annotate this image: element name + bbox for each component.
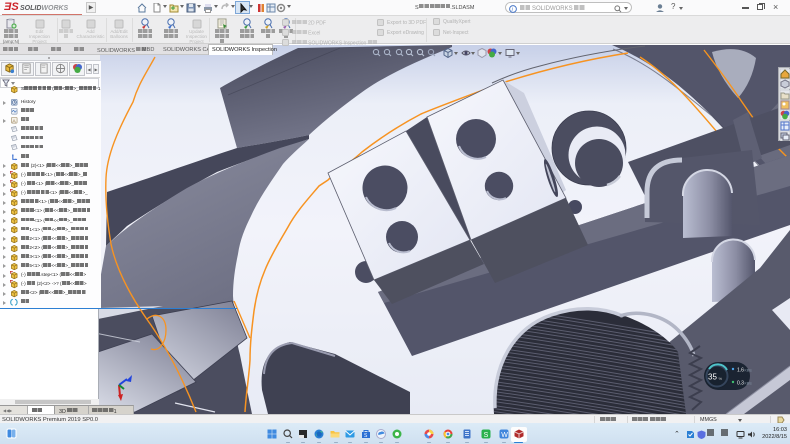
svg-text:S: S xyxy=(484,432,489,439)
svg-text:0.3: 0.3 xyxy=(737,381,744,387)
svg-text:35: 35 xyxy=(708,373,717,382)
svg-text:1.6: 1.6 xyxy=(737,368,744,374)
svg-text:W: W xyxy=(501,432,508,439)
svg-text:%: % xyxy=(719,376,723,381)
svg-text:KB/s: KB/s xyxy=(745,369,752,373)
svg-text:KB/s: KB/s xyxy=(745,382,752,386)
